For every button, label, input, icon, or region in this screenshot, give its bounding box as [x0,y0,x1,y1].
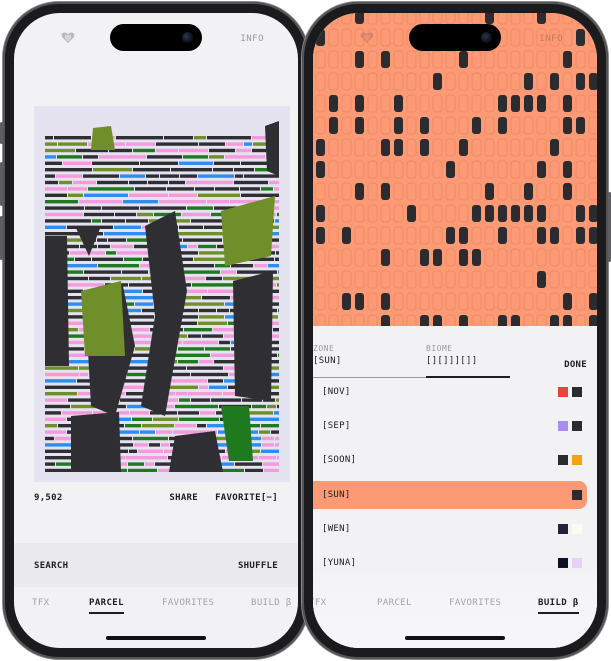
sheet-tabs: ZONE [SUN] BIOME [][]]][]] [313,344,597,378]
biome-value: [][]]][]] [426,356,478,366]
biome-color-swatch [558,455,568,465]
volume-up-button [0,162,3,206]
mute-switch [0,122,3,144]
share-button[interactable]: SHARE [169,493,198,503]
artwork-canvas [45,121,279,472]
biome-row-nov[interactable]: [NOV] [313,378,587,406]
tab-parcel[interactable]: PARCEL [377,598,412,608]
heart-shield-icon[interactable] [360,31,374,44]
heart-shield-icon[interactable] [61,31,75,44]
parcel-screen: INFO 9,502 SHARE FAVORITE[−] SEARCH SHUF… [14,13,298,648]
zone-value: [SUN] [313,356,342,366]
biome-color-swatch [572,490,582,500]
build-screen: INFO ZONE [SUN] BIOME [][]]][]] DONE [NO… [313,13,597,648]
biome-label: BIOME [426,344,453,353]
camera-icon [481,32,492,43]
parcel-artwork [34,106,290,482]
done-button[interactable]: DONE [564,360,587,370]
home-indicator [405,636,505,640]
biome-color-swatch [558,421,568,431]
tab-favorites[interactable]: FAVORITES [449,598,501,608]
biome-row-wen[interactable]: [WEN] [313,515,587,543]
biome-name: [WEN] [322,524,351,534]
tab-tfx[interactable]: TFX [32,598,49,608]
biome-row-sep[interactable]: [SEP] [313,412,587,440]
dynamic-island [110,24,202,51]
biome-name: [SUN] [322,490,351,500]
biome-color-swatch [558,524,568,534]
biome-color-swatch [572,387,582,397]
biome-row-soon[interactable]: [SOON] [313,446,587,474]
biome-color-swatch [572,524,582,534]
tab-bar-fade [313,567,597,583]
camera-icon [182,32,193,43]
search-button[interactable]: SEARCH [34,561,68,571]
favorite-button[interactable]: FAVORITE[−] [215,493,278,503]
grid-canvas[interactable] [313,13,597,326]
tab-parcel[interactable]: PARCEL [89,598,124,614]
biome-color-swatch [572,455,582,465]
tab-build[interactable]: BUILD β [538,598,579,614]
parcel-count: 9,502 [34,493,63,503]
biome-name: [NOV] [322,387,351,397]
volume-down-button [0,216,3,260]
bottom-tab-bar: TFX PARCEL FAVORITES BUILD β [313,567,597,648]
zone-label: ZONE [313,344,335,353]
build-grid[interactable] [313,13,597,326]
shuffle-button[interactable]: SHUFFLE [238,561,278,571]
bottom-tab-bar: TFX PARCEL FAVORITES BUILD β [14,583,298,648]
tab-biome[interactable]: BIOME [][]]][]] [426,344,477,366]
biome-name: [SOON] [322,455,357,465]
action-panel: SEARCH SHUFFLE [14,543,298,587]
info-link[interactable]: INFO [240,34,264,44]
tab-tfx[interactable]: TFX [313,598,326,608]
biome-name: [SEP] [322,421,351,431]
biome-color-swatch [558,387,568,397]
dynamic-island [409,24,501,51]
biome-row-sun[interactable]: [SUN] [313,481,587,509]
left-phone: INFO 9,502 SHARE FAVORITE[−] SEARCH SHUF… [0,2,309,659]
tab-zone[interactable]: ZONE [SUN] [313,344,342,366]
right-phone: INFO ZONE [SUN] BIOME [][]]][]] DONE [NO… [302,2,611,659]
tab-build[interactable]: BUILD β [251,598,292,608]
biome-color-swatch [572,421,582,431]
home-indicator [106,636,206,640]
tab-favorites[interactable]: FAVORITES [162,598,214,608]
info-link[interactable]: INFO [539,34,563,44]
